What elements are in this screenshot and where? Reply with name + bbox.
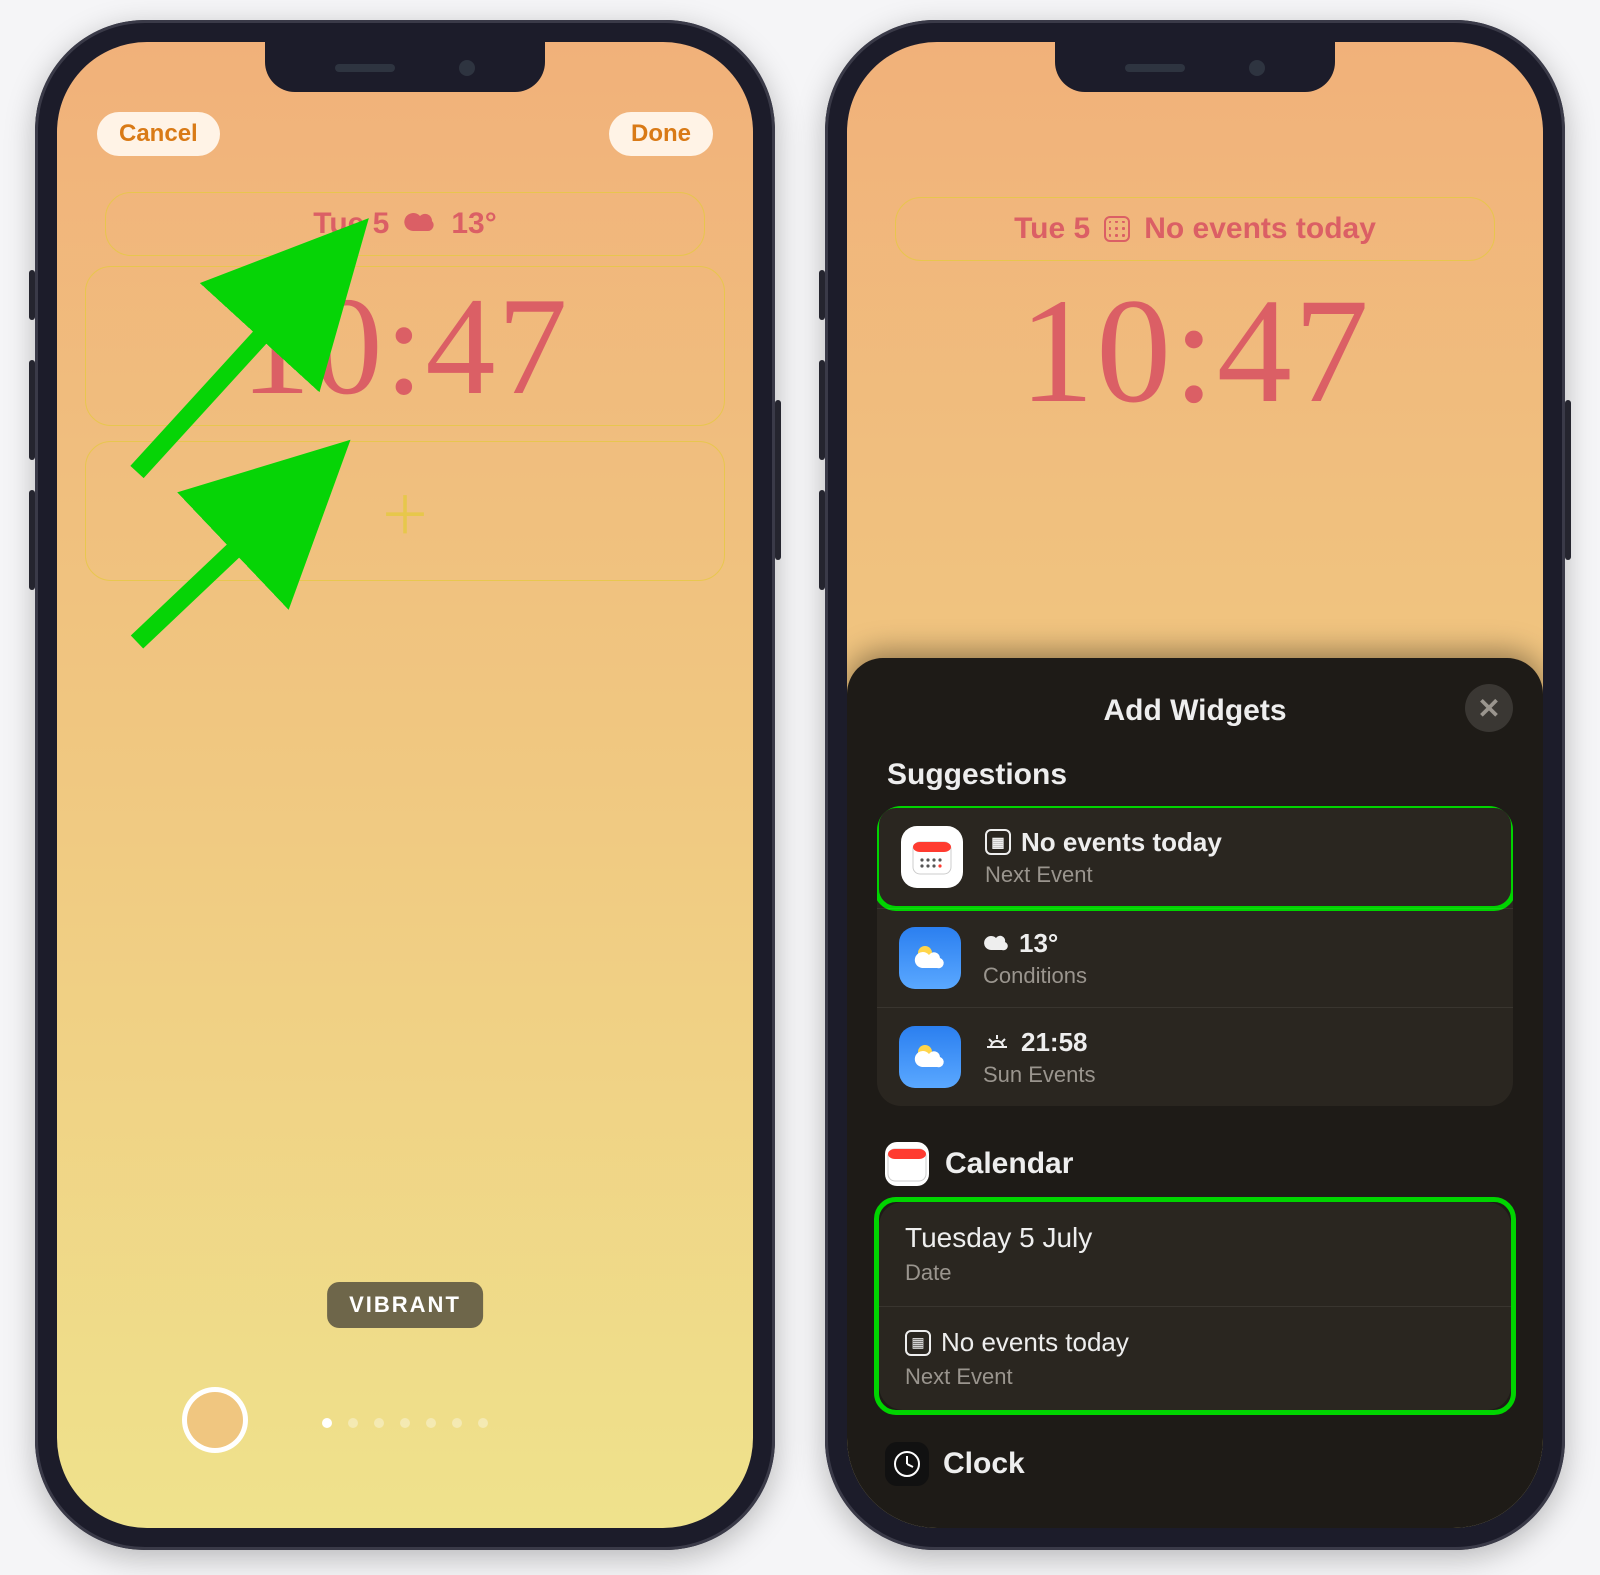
calendar-widget-row[interactable]: Tuesday 5 July Date [879,1202,1511,1306]
weather-cloud-icon [403,207,437,241]
suggestion-subtitle: Next Event [985,862,1222,888]
weather-app-icon [899,1026,961,1088]
add-widgets-slot[interactable]: ＋ [85,441,725,581]
widget-subtitle: Next Event [905,1364,1129,1390]
clock-app-icon [885,1442,929,1486]
phone-left: Cancel Done Tue 5 13° 10:47 ＋ [35,20,775,1550]
clock-slot[interactable]: 10:47 [85,266,725,426]
suggestion-title: 13° [1019,928,1058,959]
date-widget-slot[interactable]: Tue 5 13° [105,192,705,256]
widget-title: Tuesday 5 July [905,1222,1092,1254]
plus-icon: ＋ [379,474,431,549]
suggestion-subtitle: Conditions [983,963,1087,989]
color-filter-label: VIBRANT [327,1282,483,1328]
calendar-widget-text: No events today [1144,212,1376,246]
lock-screen-editor: Cancel Done Tue 5 13° 10:47 ＋ [57,42,753,1528]
suggestions-group: ▦ No events today Next Event [877,806,1513,1106]
calendar-app-icon [885,1142,929,1186]
cloud-icon [983,928,1009,959]
date-text: Tue 5 [313,207,389,241]
date-widget-row[interactable]: Tue 5 No events today [895,197,1495,261]
device-notch [1055,42,1335,92]
device-notch [265,42,545,92]
lock-screen-with-sheet: Tue 5 No events today 10:47 Add Widgets … [847,42,1543,1528]
suggestions-heading: Suggestions [887,758,1513,792]
cancel-button[interactable]: Cancel [97,112,220,156]
sunrise-icon [983,1027,1011,1058]
calendar-widgets-group: Tuesday 5 July Date ▦ No events today Ne… [879,1202,1511,1410]
calendar-glyph-icon: ▦ [985,829,1011,855]
close-button[interactable]: ✕ [1465,684,1513,732]
suggestion-subtitle: Sun Events [983,1062,1096,1088]
suggestion-title: No events today [1021,827,1222,858]
widget-title: No events today [941,1327,1129,1358]
widget-subtitle: Date [905,1260,1092,1286]
date-text: Tue 5 [1014,212,1090,246]
wallpaper-swatch[interactable] [187,1392,243,1448]
suggestion-title: 21:58 [1021,1027,1088,1058]
calendar-glyph-icon: ▦ [905,1330,931,1356]
done-button[interactable]: Done [609,112,713,156]
clock-section-header: Clock [885,1442,1513,1486]
calendar-widget-row[interactable]: ▦ No events today Next Event [879,1306,1511,1410]
phone-right: Tue 5 No events today 10:47 Add Widgets … [825,20,1565,1550]
sheet-title: Add Widgets [877,694,1513,728]
calendar-glyph-icon [1104,216,1130,242]
suggestion-row[interactable]: 21:58 Sun Events [877,1007,1513,1106]
calendar-app-icon [901,826,963,888]
clock-display: 10:47 [875,271,1515,431]
add-widgets-sheet: Add Widgets ✕ Suggestions ▦ [847,658,1543,1528]
weather-app-icon [899,927,961,989]
temperature-text: 13° [451,207,496,241]
calendar-section-header: Calendar [885,1142,1513,1186]
suggestion-row[interactable]: ▦ No events today Next Event [879,808,1511,906]
page-dots[interactable] [322,1418,488,1428]
close-icon: ✕ [1477,692,1500,725]
suggestion-row[interactable]: 13° Conditions [877,908,1513,1007]
